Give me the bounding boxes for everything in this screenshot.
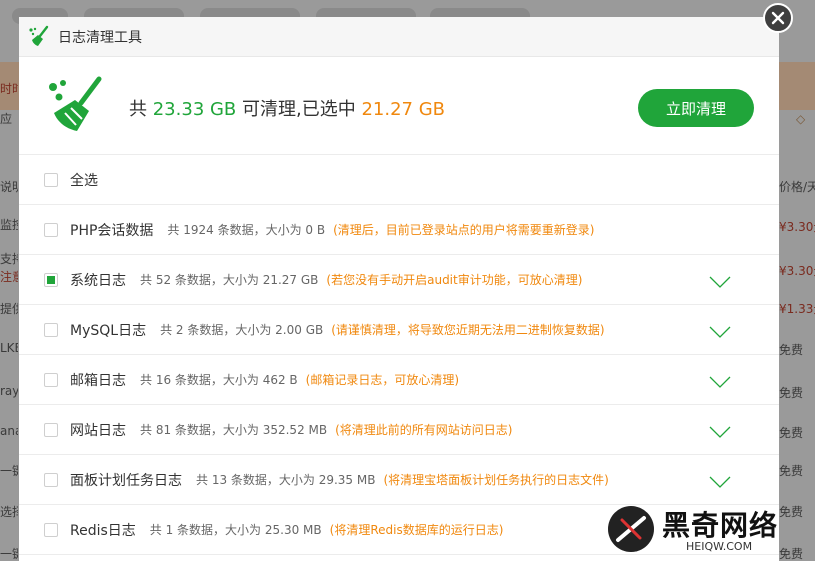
dialog-titlebar: 日志清理工具 xyxy=(19,17,779,57)
bg-text: 免费 xyxy=(779,386,804,400)
bg-text: 选择 xyxy=(0,505,18,519)
item-name: MySQL日志 xyxy=(70,322,147,339)
item-note: (若您没有手动开启audit审计功能，可放心清理) xyxy=(326,273,583,287)
bg-text: 一键 xyxy=(0,464,18,478)
bg-text: 监控 xyxy=(0,218,18,232)
total-size: 23.33 GB xyxy=(152,99,237,120)
item-note: (将清理宝塔面板计划任务执行的日志文件) xyxy=(383,473,609,487)
select-all-row[interactable]: 全选 xyxy=(19,155,779,205)
item-name: 邮箱日志 xyxy=(70,372,126,389)
bg-text: 说明 xyxy=(0,180,18,194)
item-checkbox[interactable] xyxy=(44,272,58,287)
item-checkbox[interactable] xyxy=(44,472,58,487)
dialog-title: 日志清理工具 xyxy=(58,29,142,46)
bg-text: ¥3.30元 xyxy=(779,264,815,278)
item-info: 共 16 条数据，大小为 462 B xyxy=(140,373,298,387)
bg-text: ray xyxy=(0,384,18,398)
log-item-row[interactable]: MySQL日志 共 2 条数据，大小为 2.00 GB (请谨慎清理，将导致您近… xyxy=(19,305,779,355)
item-name: 系统日志 xyxy=(70,272,126,289)
log-item-row[interactable]: 面板计划任务日志 共 13 条数据，大小为 29.35 MB (将清理宝塔面板计… xyxy=(19,455,779,505)
bg-text: 提供 xyxy=(0,302,18,316)
bg-text: ¥3.30元 xyxy=(779,220,815,234)
summary-panel: 共 23.33 GB 可清理,已选中 21.27 GB 立即清理 xyxy=(19,57,779,155)
log-item-row[interactable]: 网站日志 共 81 条数据，大小为 352.52 MB (将清理此前的所有网站访… xyxy=(19,405,779,455)
item-info: 共 13 条数据，大小为 29.35 MB xyxy=(196,473,376,487)
item-note: (请谨慎清理，将导致您近期无法用二进制恢复数据) xyxy=(331,323,605,337)
bg-text: 免费 xyxy=(779,464,804,478)
bg-text: 支持 xyxy=(0,252,18,266)
bg-text: ¥1.33元 xyxy=(779,302,815,316)
bg-text: 注意 xyxy=(0,270,18,284)
item-note: (清理后，目前已登录站点的用户将需要重新登录) xyxy=(333,223,595,237)
watermark-emblem-icon xyxy=(608,506,654,552)
chevron-down-icon[interactable] xyxy=(709,325,731,339)
item-checkbox[interactable] xyxy=(44,222,58,237)
summary-middle: 可清理,已选中 xyxy=(236,99,362,120)
item-checkbox[interactable] xyxy=(44,522,58,537)
bg-text: LKE xyxy=(0,341,18,355)
bg-text: 价格/天 xyxy=(779,180,815,194)
selected-size: 21.27 GB xyxy=(361,99,446,120)
log-item-row[interactable]: 系统日志 共 52 条数据，大小为 21.27 GB (若您没有手动开启audi… xyxy=(19,255,779,305)
bg-text: 应 xyxy=(0,112,13,126)
chevron-down-icon[interactable] xyxy=(709,375,731,389)
log-item-row[interactable]: PHP会话数据 共 1924 条数据，大小为 0 B (清理后，目前已登录站点的… xyxy=(19,205,779,255)
watermark-en: HEIQW.COM xyxy=(686,540,753,553)
broom-icon xyxy=(49,76,102,131)
diamond-icon: ◇ xyxy=(796,112,806,126)
chevron-down-icon[interactable] xyxy=(709,475,731,489)
item-note: (将清理Redis数据库的运行日志) xyxy=(329,523,504,537)
close-icon xyxy=(771,11,785,25)
item-note: (将清理此前的所有网站访问日志) xyxy=(335,423,513,437)
item-info: 共 81 条数据，大小为 352.52 MB xyxy=(140,423,328,437)
bg-text: 免费 xyxy=(779,426,804,440)
item-checkbox[interactable] xyxy=(44,372,58,387)
item-note: (邮箱记录日志，可放心清理) xyxy=(305,373,460,387)
bg-text: 时时 xyxy=(0,82,18,96)
summary-text: 共 23.33 GB 可清理,已选中 21.27 GB xyxy=(129,95,445,121)
select-all-checkbox[interactable] xyxy=(44,172,58,187)
item-checkbox[interactable] xyxy=(44,322,58,337)
item-info: 共 1924 条数据，大小为 0 B xyxy=(167,223,326,237)
bg-text: 一键 xyxy=(0,547,18,561)
item-info: 共 2 条数据，大小为 2.00 GB xyxy=(160,323,324,337)
clean-now-button[interactable]: 立即清理 xyxy=(638,89,754,127)
summary-prefix: 共 xyxy=(129,99,153,120)
select-all-label: 全选 xyxy=(70,172,98,189)
item-name: Redis日志 xyxy=(70,522,136,539)
watermark-cn: 黑奇网络 xyxy=(662,509,779,542)
item-info: 共 1 条数据，大小为 25.30 MB xyxy=(149,523,322,537)
log-item-row[interactable]: 邮箱日志 共 16 条数据，大小为 462 B (邮箱记录日志，可放心清理) xyxy=(19,355,779,405)
chevron-down-icon[interactable] xyxy=(709,275,731,289)
close-button[interactable] xyxy=(763,3,793,33)
bg-text: ana xyxy=(0,424,18,438)
item-name: 面板计划任务日志 xyxy=(70,472,182,489)
item-name: 网站日志 xyxy=(70,422,126,439)
item-info: 共 52 条数据，大小为 21.27 GB xyxy=(140,273,319,287)
log-cleaner-dialog: 日志清理工具 共 23.33 GB 可清理,已选中 21.27 GB 立即清理 … xyxy=(19,17,779,561)
item-name: PHP会话数据 xyxy=(70,222,154,239)
item-checkbox[interactable] xyxy=(44,422,58,437)
chevron-down-icon[interactable] xyxy=(709,425,731,439)
bg-text: 免费 xyxy=(779,343,804,357)
watermark-logo: 黑奇网络 HEIQW.COM xyxy=(604,500,815,561)
broom-icon xyxy=(29,25,49,46)
